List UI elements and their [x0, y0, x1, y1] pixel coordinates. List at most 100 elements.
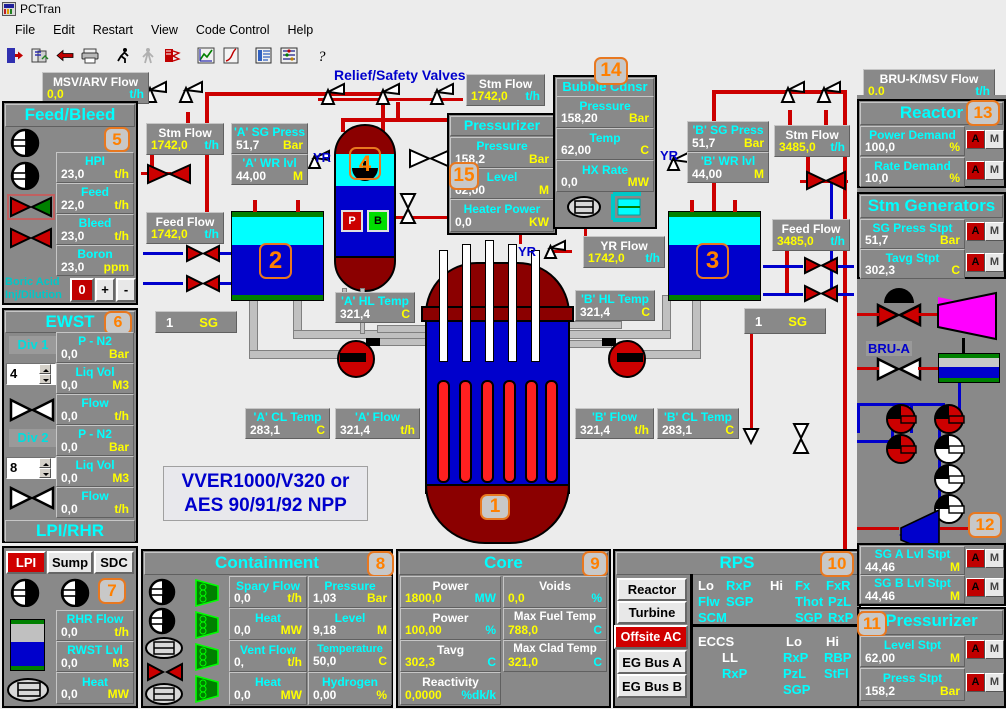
containment-fan-3[interactable] — [194, 642, 220, 672]
badge-sg-b[interactable]: 3 — [696, 243, 729, 279]
malfunction-icon[interactable] — [161, 43, 185, 67]
power-demand-auto-button[interactable]: A — [966, 130, 985, 149]
feed-bleed-valve-1-frame[interactable] — [7, 194, 55, 220]
badge-reactor-control[interactable]: 13 — [966, 100, 1000, 126]
sg-b-lvl-stpt-manual-button[interactable]: M — [985, 578, 1004, 597]
rps-lo-item-scm[interactable]: SCM — [698, 610, 727, 625]
parameters-icon[interactable] — [277, 43, 301, 67]
pzr-spray-valve[interactable] — [408, 148, 452, 169]
sg-a-lvl-stpt-mode-buttons[interactable]: A M — [966, 549, 1004, 568]
condensate-pump-2[interactable] — [884, 434, 918, 464]
feedwater-pump-2[interactable] — [932, 434, 966, 464]
containment-fan-4[interactable] — [194, 674, 220, 704]
help-icon[interactable]: ? — [310, 43, 334, 67]
exit-icon[interactable] — [3, 43, 27, 67]
ewst-div1-count[interactable]: 4 — [7, 364, 39, 384]
yr-relief-icon-bottom[interactable] — [541, 238, 571, 268]
lpi-button[interactable]: LPI — [6, 551, 46, 574]
badge-reactor-vessel[interactable]: 1 — [480, 494, 510, 520]
sg-drain-globe-valve[interactable] — [791, 422, 811, 456]
stop-icon[interactable] — [136, 43, 160, 67]
rps-offsite-ac-button[interactable]: Offsite AC — [614, 625, 688, 649]
pressurizer-heater-b-button[interactable]: B — [367, 210, 389, 232]
menu-item-view[interactable]: View — [142, 21, 187, 39]
pzr-press-stpt-mode-buttons[interactable]: A M — [966, 673, 1004, 692]
msv-valve-a[interactable] — [146, 163, 192, 185]
power-demand-manual-button[interactable]: M — [985, 130, 1004, 149]
pzr-press-stpt-manual-button[interactable]: M — [985, 673, 1004, 692]
sg-a-lvl-stpt-manual-button[interactable]: M — [985, 549, 1004, 568]
ewst-div2-spin-buttons[interactable] — [39, 458, 51, 478]
rps-hi-item-thot[interactable]: Thot — [795, 594, 823, 609]
containment-fan-1[interactable] — [194, 578, 220, 608]
turbine-control-valve[interactable] — [876, 303, 922, 327]
feedwater-pump-3[interactable] — [932, 464, 966, 494]
feed-bleed-valve-2[interactable] — [9, 227, 53, 249]
feed-bleed-pump-1[interactable] — [8, 128, 41, 157]
menu-item-code-control[interactable]: Code Control — [187, 21, 279, 39]
rps-eccs-hi-stfl[interactable]: StFl — [824, 666, 849, 681]
rate-demand-manual-button[interactable]: M — [985, 161, 1004, 180]
badge-feed-bleed[interactable]: 5 — [104, 127, 130, 152]
graph-icon[interactable] — [219, 43, 243, 67]
tavg-stpt-manual-button[interactable]: M — [985, 253, 1004, 272]
ewst-div2-spinner[interactable]: 8 — [6, 457, 56, 479]
condenser[interactable] — [938, 353, 1000, 383]
rps-hi-item-fxr[interactable]: FxR — [826, 578, 851, 593]
lpi-hx-icon[interactable] — [5, 676, 51, 703]
sg-press-stpt-auto-button[interactable]: A — [966, 222, 985, 241]
boric-acid-increase-button[interactable]: + — [95, 278, 115, 302]
pzr-level-stpt-mode-buttons[interactable]: A M — [966, 640, 1004, 659]
msv-relief-icon-b1[interactable] — [778, 80, 810, 112]
report-icon[interactable] — [252, 43, 276, 67]
menu-item-help[interactable]: Help — [279, 21, 323, 39]
relief-valve-icon-1[interactable] — [318, 82, 350, 114]
ewst-div1-spin-buttons[interactable] — [39, 364, 51, 384]
condensate-pump-1[interactable] — [884, 404, 918, 434]
feed-bleed-pump-2[interactable] — [8, 161, 41, 190]
feed-valve-b2[interactable] — [803, 284, 839, 303]
feed-valve-a2[interactable] — [185, 274, 221, 293]
relief-valve-icon-2[interactable] — [373, 82, 405, 114]
rps-eccs-hi-rbp[interactable]: RBP — [824, 650, 851, 665]
rps-turbine-button[interactable]: Turbine — [617, 601, 687, 624]
badge-pressurizer-control[interactable]: 11 — [857, 611, 887, 637]
rps-eccs-lo-sgp[interactable]: SGP — [783, 682, 810, 697]
sg-b-lvl-stpt-mode-buttons[interactable]: A M — [966, 578, 1004, 597]
tavg-stpt-auto-button[interactable]: A — [966, 253, 985, 272]
msv-relief-icon-a2[interactable] — [176, 80, 208, 112]
badge-bubble-cdnsr[interactable]: 14 — [594, 57, 628, 85]
rps-hi-item-sgp[interactable]: SGP — [795, 610, 822, 625]
pzr-level-stpt-auto-button[interactable]: A — [966, 640, 985, 659]
trend-chart-icon[interactable] — [194, 43, 218, 67]
rps-ll-item-rxp[interactable]: RxP — [722, 666, 747, 681]
ewst-div1-spinner[interactable]: 4 — [6, 363, 56, 385]
sg-b-lvl-stpt-auto-button[interactable]: A — [966, 578, 985, 597]
feed-bleed-valve-1[interactable] — [9, 196, 53, 218]
badge-pressurizer-panel[interactable]: 15 — [449, 162, 479, 190]
feed-valve-b1[interactable] — [803, 256, 839, 275]
rps-lo-item-rxp[interactable]: RxP — [726, 578, 751, 593]
containment-pump-2[interactable] — [146, 607, 178, 635]
ewst-div2-count[interactable]: 8 — [7, 458, 39, 478]
pressurizer-heater-p-button[interactable]: P — [341, 210, 363, 232]
badge-pressurizer-vessel[interactable]: 4 — [349, 147, 381, 180]
sg-a-lvl-stpt-auto-button[interactable]: A — [966, 549, 985, 568]
rps-eccs-lo-pzl[interactable]: PzL — [783, 666, 806, 681]
rps-lo-item-sgp[interactable]: SGP — [726, 594, 753, 609]
run-icon[interactable] — [111, 43, 135, 67]
rate-demand-mode-buttons[interactable]: A M — [966, 161, 1004, 180]
rps-eccs-lo-rxp[interactable]: RxP — [783, 650, 808, 665]
rps-hi-item-pzl[interactable]: PzL — [828, 594, 851, 609]
rps-hi-item-rxp[interactable]: RxP — [828, 610, 853, 625]
relief-valve-icon-3[interactable] — [427, 82, 459, 114]
sg-press-stpt-mode-buttons[interactable]: A M — [966, 222, 1004, 241]
rate-demand-auto-button[interactable]: A — [966, 161, 985, 180]
refresh-icon[interactable] — [28, 43, 52, 67]
lpi-pump-1[interactable] — [8, 578, 41, 607]
msv-valve-b[interactable] — [805, 170, 847, 191]
rps-lo-item-flw[interactable]: Flw — [698, 594, 720, 609]
pzr-globe-valve[interactable] — [398, 192, 418, 226]
bru-a-valve[interactable] — [876, 357, 922, 381]
msv-relief-icon-b2[interactable] — [814, 80, 846, 112]
